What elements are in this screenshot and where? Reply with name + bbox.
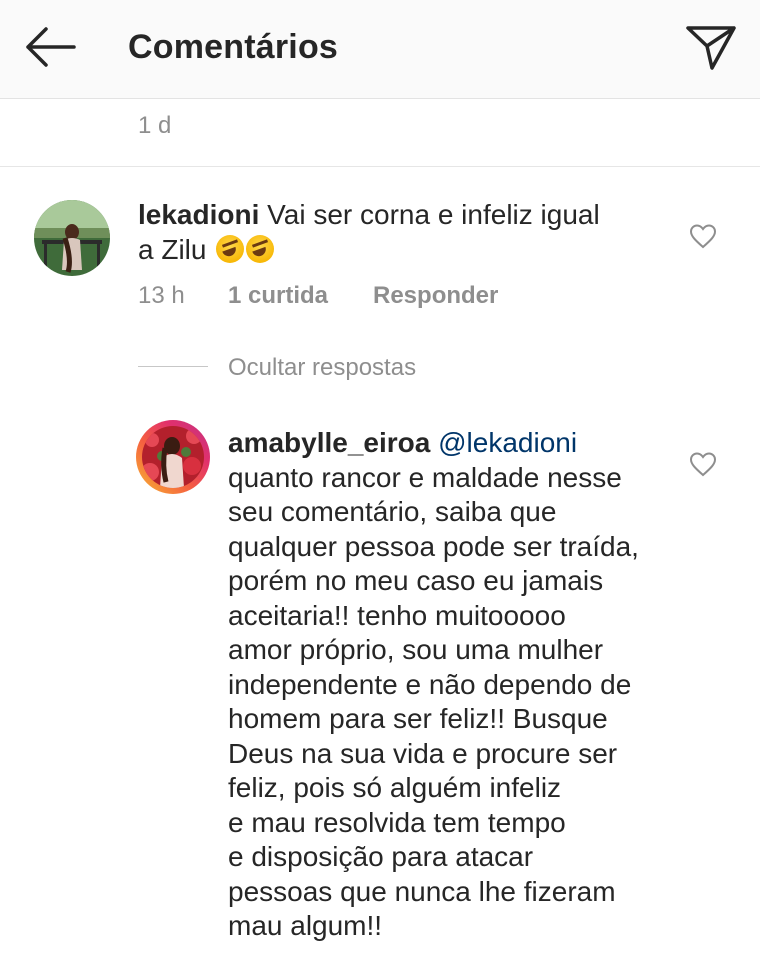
comment-time: 13 h — [138, 282, 185, 309]
reply-line: qualquer pessoa pode ser traída, — [228, 530, 639, 562]
previous-comment-time: 1 d — [138, 112, 172, 139]
replies-divider-line — [138, 366, 208, 367]
reply-line: quanto rancor e maldade nesse — [228, 461, 622, 493]
like-button[interactable] — [689, 223, 717, 249]
comment-divider — [0, 166, 760, 167]
reply-line: independente e não dependo de — [228, 668, 632, 700]
reply-username[interactable]: amabylle_eiroa — [228, 427, 430, 458]
reply-line: feliz, pois só alguém infeliz — [228, 772, 562, 803]
comment-likes[interactable]: 1 curtida — [228, 282, 328, 310]
reply-line: porém no meu caso eu jamais — [228, 565, 604, 596]
reply-line: e mau resolvida tem tempo — [228, 806, 566, 838]
rolling-on-floor-laughing-emoji — [246, 234, 275, 263]
comment-text: lekadioni Vai ser corna e infeliz igual … — [138, 198, 658, 267]
reply-like-button[interactable] — [689, 451, 717, 477]
reply-line: aceitaria!! tenho muitooooo — [228, 599, 566, 631]
reply-line: pessoas que nunca lhe fizeram — [228, 875, 616, 907]
back-button[interactable] — [22, 25, 78, 69]
reply-button[interactable]: Responder — [373, 282, 498, 310]
comment-username[interactable]: lekadioni — [138, 199, 259, 230]
rolling-on-floor-laughing-emoji — [216, 234, 245, 263]
reply-mention[interactable]: @lekadioni — [438, 427, 577, 458]
reply-line: e disposição para atacar — [228, 841, 534, 872]
comment-line: a Zilu — [138, 233, 207, 265]
page-title: Comentários — [128, 28, 339, 66]
avatar[interactable] — [34, 200, 110, 276]
share-button[interactable] — [684, 22, 740, 72]
header-bar: Comentários — [0, 0, 760, 99]
reply-line: homem para ser feliz!! Busque — [228, 703, 608, 734]
reply-line: mau algum!! — [228, 910, 383, 941]
comment-line: Vai ser corna e infeliz igual — [267, 199, 600, 230]
heart-icon — [689, 452, 717, 477]
reply-line: amor próprio, sou uma mulher — [228, 634, 604, 665]
reply-line: Deus na sua vida e procure ser — [228, 737, 618, 769]
reply-text: amabylle_eiroa @lekadioni quanto rancor … — [228, 426, 678, 944]
heart-icon — [689, 224, 717, 249]
paper-plane-icon — [686, 26, 736, 70]
reply-line: seu comentário, saiba que — [228, 496, 557, 527]
hide-replies-button[interactable]: Ocultar respostas — [228, 354, 416, 382]
reply-avatar[interactable] — [142, 426, 204, 488]
arrow-left-icon — [26, 27, 76, 67]
